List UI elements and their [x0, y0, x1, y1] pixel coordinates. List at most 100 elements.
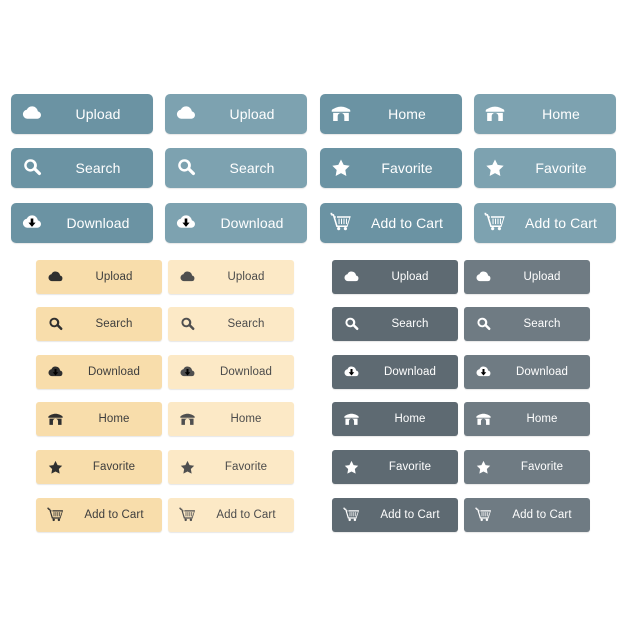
cloud-download-icon [11, 212, 53, 234]
home-icon [320, 103, 362, 125]
home-button[interactable]: Home [36, 402, 162, 436]
upload-button[interactable]: Upload [464, 260, 590, 294]
add-to-cart-label: Add to Cart [371, 215, 443, 231]
search-icon [36, 316, 74, 333]
home-button[interactable]: Home [332, 402, 458, 436]
search-button[interactable]: Search [36, 307, 162, 341]
search-icon [165, 157, 207, 179]
download-button[interactable]: Download [168, 355, 294, 389]
home-label: Home [230, 413, 262, 425]
add-to-cart-label: Add to Cart [512, 509, 572, 521]
add-to-cart-button[interactable]: Add to Cart [474, 203, 616, 243]
add-to-cart-label: Add to Cart [525, 215, 597, 231]
upload-button[interactable]: Upload [165, 94, 307, 134]
search-icon [168, 316, 206, 333]
home-icon [332, 411, 370, 428]
search-label: Search [391, 318, 429, 330]
add-to-cart-label: Add to Cart [216, 509, 276, 521]
download-label: Download [88, 366, 140, 378]
cloud-download-icon [36, 364, 74, 381]
search-label: Search [523, 318, 561, 330]
upload-button[interactable]: Upload [168, 260, 294, 294]
star-icon [36, 459, 74, 476]
favorite-label: Favorite [535, 160, 587, 176]
upload-label: Upload [95, 271, 133, 283]
download-label: Download [66, 215, 130, 231]
search-label: Search [75, 160, 121, 176]
home-button[interactable]: Home [320, 94, 462, 134]
favorite-button[interactable]: Favorite [36, 450, 162, 484]
search-icon [464, 316, 502, 333]
search-icon [332, 316, 370, 333]
search-button[interactable]: Search [332, 307, 458, 341]
favorite-button[interactable]: Favorite [168, 450, 294, 484]
upload-button[interactable]: Upload [332, 260, 458, 294]
upload-label: Upload [523, 271, 561, 283]
favorite-label: Favorite [388, 461, 432, 473]
home-icon [464, 411, 502, 428]
add-to-cart-button[interactable]: Add to Cart [464, 498, 590, 532]
cloud-download-icon [168, 364, 206, 381]
download-label: Download [220, 215, 284, 231]
download-button[interactable]: Download [332, 355, 458, 389]
favorite-label: Favorite [381, 160, 433, 176]
download-button[interactable]: Download [11, 203, 153, 243]
star-icon [332, 459, 370, 476]
favorite-label: Favorite [520, 461, 564, 473]
star-icon [464, 459, 502, 476]
upload-label: Upload [75, 106, 121, 122]
home-button[interactable]: Home [474, 94, 616, 134]
home-label: Home [98, 413, 130, 425]
download-label: Download [384, 366, 436, 378]
upload-button[interactable]: Upload [11, 94, 153, 134]
shopping-cart-icon [464, 507, 502, 524]
cloud-upload-icon [11, 103, 53, 125]
add-to-cart-button[interactable]: Add to Cart [320, 203, 462, 243]
home-button[interactable]: Home [168, 402, 294, 436]
favorite-button[interactable]: Favorite [320, 148, 462, 188]
upload-label: Upload [229, 106, 275, 122]
search-button[interactable]: Search [464, 307, 590, 341]
download-button[interactable]: Download [36, 355, 162, 389]
home-icon [474, 103, 516, 125]
favorite-button[interactable]: Favorite [332, 450, 458, 484]
shopping-cart-icon [320, 212, 362, 234]
cloud-upload-icon [464, 269, 502, 286]
cloud-upload-icon [165, 103, 207, 125]
star-icon [474, 157, 516, 179]
download-label: Download [516, 366, 568, 378]
upload-label: Upload [227, 271, 265, 283]
add-to-cart-label: Add to Cart [84, 509, 144, 521]
favorite-button[interactable]: Favorite [474, 148, 616, 188]
home-label: Home [388, 106, 426, 122]
search-label: Search [95, 318, 133, 330]
add-to-cart-button[interactable]: Add to Cart [332, 498, 458, 532]
add-to-cart-label: Add to Cart [380, 509, 440, 521]
add-to-cart-button[interactable]: Add to Cart [36, 498, 162, 532]
shopping-cart-icon [474, 212, 516, 234]
search-label: Search [229, 160, 275, 176]
home-icon [36, 411, 74, 428]
search-button[interactable]: Search [165, 148, 307, 188]
add-to-cart-button[interactable]: Add to Cart [168, 498, 294, 532]
favorite-button[interactable]: Favorite [464, 450, 590, 484]
star-icon [320, 157, 362, 179]
star-icon [168, 459, 206, 476]
cloud-upload-icon [36, 269, 74, 286]
favorite-label: Favorite [224, 461, 268, 473]
home-label: Home [542, 106, 580, 122]
button-set-canvas: Upload Search Download Upload Search Download… [0, 0, 626, 626]
upload-label: Upload [391, 271, 429, 283]
search-button[interactable]: Search [168, 307, 294, 341]
shopping-cart-icon [332, 507, 370, 524]
upload-button[interactable]: Upload [36, 260, 162, 294]
cloud-download-icon [332, 364, 370, 381]
search-button[interactable]: Search [11, 148, 153, 188]
home-button[interactable]: Home [464, 402, 590, 436]
shopping-cart-icon [168, 507, 206, 524]
download-button[interactable]: Download [165, 203, 307, 243]
home-label: Home [394, 413, 426, 425]
shopping-cart-icon [36, 507, 74, 524]
download-button[interactable]: Download [464, 355, 590, 389]
search-label: Search [227, 318, 265, 330]
